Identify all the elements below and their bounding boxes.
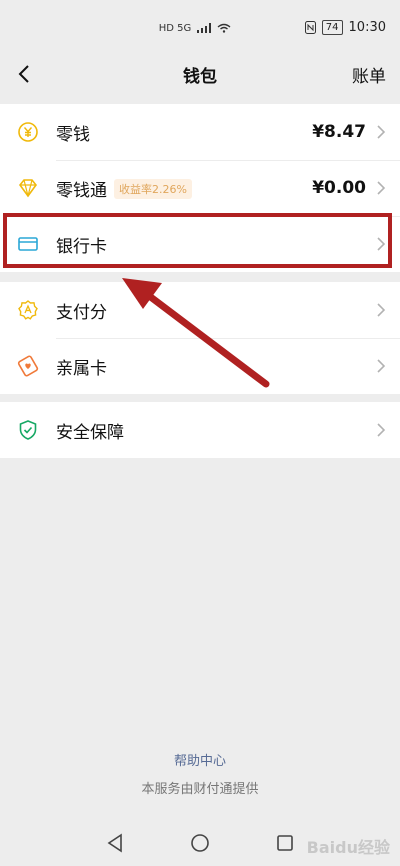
- home-circle-icon[interactable]: [190, 833, 210, 853]
- list-item-label: 安全保障: [56, 422, 124, 443]
- list-item-label: 银行卡: [56, 236, 107, 257]
- list-item-label: 零钱通: [56, 180, 107, 201]
- score-badge-icon: [17, 299, 39, 321]
- network-indicators: HD 5G: [158, 22, 192, 34]
- chevron-right-icon: [377, 303, 386, 317]
- chevron-right-icon: [377, 125, 386, 139]
- back-button[interactable]: [10, 60, 38, 88]
- list-item-bank-card[interactable]: 银行卡: [0, 216, 400, 272]
- chevron-right-icon: [377, 237, 386, 251]
- chevron-right-icon: [377, 423, 386, 437]
- list-item-pay-score[interactable]: 支付分: [0, 282, 400, 338]
- balance-value: ¥0.00: [312, 178, 366, 198]
- list-item-label: 支付分: [56, 302, 107, 323]
- signal-icon: [197, 23, 212, 33]
- shield-icon: [17, 419, 39, 441]
- wallet-section-security: 安全保障: [0, 402, 400, 458]
- battery-indicator: 74: [321, 20, 343, 35]
- list-item-change[interactable]: 零钱 ¥8.47: [0, 104, 400, 160]
- system-nav-bar: Baidu经验: [0, 820, 400, 866]
- status-indicators: HD 5G: [159, 23, 242, 34]
- list-item-family-card[interactable]: 亲属卡: [0, 338, 400, 394]
- chevron-right-icon: [377, 359, 386, 373]
- chevron-right-icon: [377, 181, 386, 195]
- list-item-change-plus[interactable]: 零钱通 收益率2.26% ¥0.00: [0, 160, 400, 216]
- recents-square-icon[interactable]: [276, 834, 294, 852]
- wallet-section-balance: 零钱 ¥8.47 零钱通 收益率2.26% ¥0.00 银行卡: [0, 104, 400, 272]
- yield-rate-tag: 收益率2.26%: [114, 179, 192, 199]
- clock: 10:30: [348, 20, 386, 35]
- family-card-icon: [17, 355, 39, 377]
- page-title: 钱包: [183, 66, 217, 87]
- bank-card-icon: [17, 233, 39, 255]
- balance-value: ¥8.47: [312, 122, 366, 142]
- list-item-security[interactable]: 安全保障: [0, 402, 400, 458]
- help-center-link[interactable]: 帮助中心: [0, 750, 400, 769]
- nav-bar: 钱包 账单: [0, 48, 400, 100]
- nfc-icon: [304, 21, 316, 34]
- chevron-left-icon: [18, 65, 29, 83]
- wallet-section-services: 支付分 亲属卡: [0, 282, 400, 394]
- list-item-label: 零钱: [56, 124, 90, 145]
- list-item-label: 亲属卡: [56, 358, 107, 379]
- coin-icon: [17, 121, 39, 143]
- wifi-icon: [217, 23, 231, 33]
- bill-button[interactable]: 账单: [352, 62, 386, 87]
- status-right: 74 10:30: [304, 20, 386, 35]
- watermark-text: Baidu经验: [306, 838, 390, 857]
- diamond-icon: [17, 177, 39, 199]
- back-triangle-icon[interactable]: [106, 833, 124, 853]
- provider-note: 本服务由财付通提供: [141, 782, 259, 797]
